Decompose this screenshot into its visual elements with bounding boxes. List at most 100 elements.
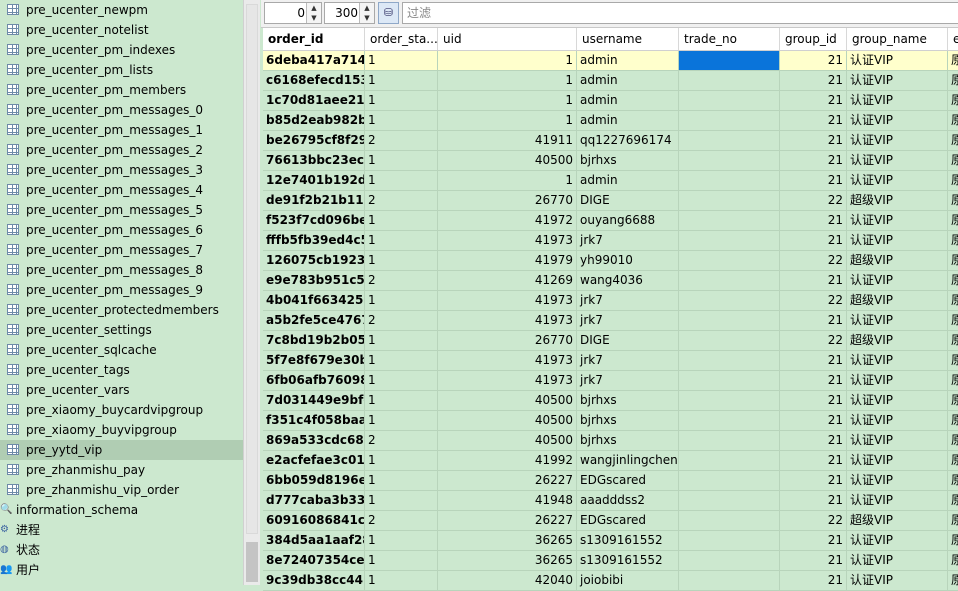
table-cell[interactable]: 认证VIP (847, 51, 948, 70)
table-cell[interactable] (679, 331, 780, 350)
table-cell[interactable]: 原 (948, 151, 958, 170)
sidebar-table-item[interactable]: pre_ucenter_pm_members (0, 80, 243, 100)
table-cell[interactable]: wang4036 (577, 271, 679, 290)
sidebar-table-item[interactable]: pre_ucenter_pm_messages_1 (0, 120, 243, 140)
table-cell[interactable]: s1309161552 (577, 531, 679, 550)
table-cell[interactable] (679, 451, 780, 470)
table-cell[interactable]: 41948 (438, 491, 577, 510)
table-cell[interactable]: 认证VIP (847, 131, 948, 150)
table-cell[interactable]: 21 (780, 391, 847, 410)
table-cell[interactable] (679, 91, 780, 110)
table-cell[interactable]: fffb5fb39ed4c5 (263, 231, 365, 250)
table-cell[interactable]: 1 (365, 571, 438, 590)
table-cell[interactable]: bjrhxs (577, 151, 679, 170)
table-cell[interactable]: 认证VIP (847, 71, 948, 90)
table-cell[interactable]: 41973 (438, 231, 577, 250)
table-cell[interactable]: 21 (780, 351, 847, 370)
table-cell[interactable]: 原 (948, 311, 958, 330)
table-cell[interactable]: 21 (780, 451, 847, 470)
sidebar-schema-item[interactable]: ⚙ 进程 (0, 520, 243, 540)
table-cell[interactable]: 42040 (438, 571, 577, 590)
table-cell[interactable]: e2acfefae3c01 (263, 451, 365, 470)
table-cell[interactable]: 26770 (438, 331, 577, 350)
table-cell[interactable]: 原 (948, 231, 958, 250)
table-cell[interactable]: 1 (365, 231, 438, 250)
table-cell[interactable] (679, 71, 780, 90)
table-cell[interactable]: 21 (780, 271, 847, 290)
table-cell[interactable]: 2 (365, 271, 438, 290)
table-cell[interactable]: 2 (365, 191, 438, 210)
table-cell[interactable]: 原 (948, 511, 958, 530)
table-cell[interactable]: 1 (365, 331, 438, 350)
table-cell[interactable]: 认证VIP (847, 231, 948, 250)
table-cell[interactable]: 原 (948, 111, 958, 130)
table-row[interactable]: f351c4f058baa140500bjrhxs 21认证VIP原 (263, 411, 958, 431)
table-cell[interactable]: aaadddss2 (577, 491, 679, 510)
table-cell[interactable]: 1 (365, 391, 438, 410)
sidebar-table-item[interactable]: pre_ucenter_pm_messages_5 (0, 200, 243, 220)
column-header[interactable]: group_name (847, 28, 948, 50)
table-cell[interactable]: admin (577, 171, 679, 190)
table-row[interactable]: e9e783b951c5241269wang4036 21认证VIP原 (263, 271, 958, 291)
table-cell[interactable]: 2 (365, 511, 438, 530)
sidebar-table-item[interactable]: pre_xiaomy_buycardvipgroup (0, 400, 243, 420)
spin-up-icon[interactable]: ▲ (307, 3, 321, 13)
table-cell[interactable]: s1309161552 (577, 551, 679, 570)
table-cell[interactable]: 1 (365, 51, 438, 70)
sidebar-schema-item[interactable]: 🔍 information_schema (0, 500, 243, 520)
table-cell[interactable]: 21 (780, 431, 847, 450)
table-cell[interactable]: DIGE (577, 331, 679, 350)
table-cell[interactable]: 认证VIP (847, 391, 948, 410)
table-row[interactable]: 7c8bd19b2b05126770DIGE 22超级VIP原 (263, 331, 958, 351)
table-cell[interactable]: be26795cf8f29 (263, 131, 365, 150)
table-cell[interactable]: 2 (365, 431, 438, 450)
sidebar-table-item[interactable]: pre_ucenter_pm_messages_7 (0, 240, 243, 260)
table-cell[interactable]: 41973 (438, 311, 577, 330)
table-cell[interactable]: 1 (365, 151, 438, 170)
data-grid[interactable]: order_id order_sta... uid username trade_no g… (263, 28, 958, 591)
table-cell[interactable]: 384d5aa1aaf28 (263, 531, 365, 550)
table-cell[interactable]: 1 (365, 411, 438, 430)
limit-spinner-arrows[interactable]: ▲ ▼ (359, 3, 374, 23)
table-cell[interactable]: 6deba417a714 (263, 51, 365, 70)
table-cell[interactable]: 原 (948, 331, 958, 350)
column-header[interactable]: trade_no (679, 28, 780, 50)
table-cell[interactable]: 原 (948, 211, 958, 230)
table-cell[interactable] (679, 411, 780, 430)
table-cell[interactable]: EDGscared (577, 471, 679, 490)
filter-input[interactable]: 过滤 (402, 2, 958, 24)
table-cell[interactable]: jrk7 (577, 311, 679, 330)
table-cell[interactable]: 40500 (438, 151, 577, 170)
table-cell[interactable]: 869a533cdc68( (263, 431, 365, 450)
table-cell[interactable]: 1 (365, 551, 438, 570)
table-cell[interactable]: 1 (365, 111, 438, 130)
table-cell[interactable]: 认证VIP (847, 91, 948, 110)
limit-spinner[interactable]: 300 ▲ ▼ (324, 2, 375, 24)
column-header[interactable]: order_id (263, 28, 365, 50)
sidebar-table-item[interactable]: pre_ucenter_pm_messages_9 (0, 280, 243, 300)
table-row[interactable]: 9c39db38cc44(142040joiobibi 21认证VIP原 (263, 571, 958, 591)
table-cell[interactable]: 超级VIP (847, 511, 948, 530)
table-cell[interactable]: DIGE (577, 191, 679, 210)
table-cell[interactable]: 22 (780, 331, 847, 350)
sidebar-table-item[interactable]: pre_ucenter_pm_messages_6 (0, 220, 243, 240)
table-row[interactable]: a5b2fe5ce4767241973jrk7 21认证VIP原 (263, 311, 958, 331)
table-cell[interactable]: 1 (365, 351, 438, 370)
table-cell[interactable]: 原 (948, 171, 958, 190)
table-cell[interactable]: 认证VIP (847, 431, 948, 450)
table-row[interactable]: 869a533cdc68(240500bjrhxs 21认证VIP原 (263, 431, 958, 451)
table-cell[interactable]: 原 (948, 91, 958, 110)
table-cell[interactable]: 41973 (438, 371, 577, 390)
table-cell[interactable]: 21 (780, 131, 847, 150)
table-cell[interactable]: admin (577, 51, 679, 70)
table-cell[interactable]: 原 (948, 431, 958, 450)
table-cell[interactable]: 1c70d81aee21 (263, 91, 365, 110)
table-cell[interactable]: b85d2eab982b (263, 111, 365, 130)
table-cell[interactable]: 原 (948, 51, 958, 70)
table-cell[interactable] (679, 251, 780, 270)
table-cell[interactable] (679, 551, 780, 570)
table-cell[interactable]: 22 (780, 291, 847, 310)
table-cell[interactable]: 1 (438, 51, 577, 70)
sidebar-table-item[interactable]: pre_ucenter_pm_messages_0 (0, 100, 243, 120)
table-cell[interactable]: 原 (948, 411, 958, 430)
